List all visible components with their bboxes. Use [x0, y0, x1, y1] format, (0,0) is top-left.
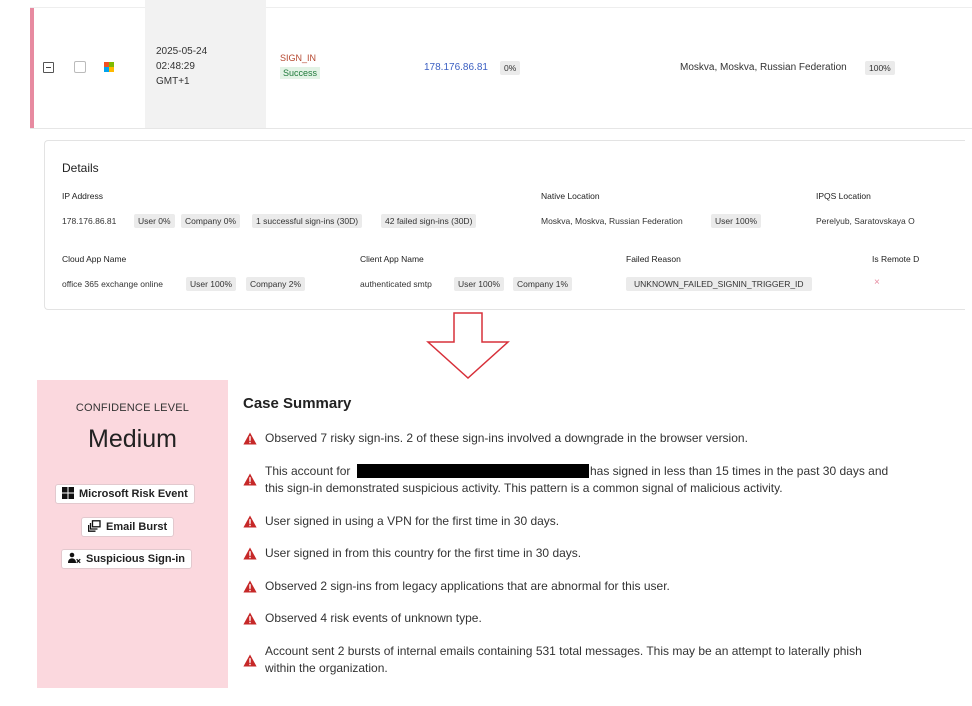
event-timezone: GMT+1: [156, 76, 190, 87]
row-selected-accent: [30, 8, 34, 128]
tag-label: Email Burst: [106, 521, 168, 533]
ip-address-label: IP Address: [62, 191, 103, 201]
event-time: 02:48:29: [156, 61, 195, 72]
confidence-label: CONFIDENCE LEVEL: [75, 402, 190, 414]
failed-reason-chip: UNKNOWN_FAILED_SIGNIN_TRIGGER_ID: [626, 277, 812, 291]
ip-user-chip: User 0%: [134, 214, 175, 228]
microsoft-logo-icon: [62, 486, 74, 502]
client-user-chip: User 100%: [454, 277, 505, 291]
warning-icon: [243, 547, 257, 560]
summary-item-line2: this sign-in demonstrated suspicious act…: [265, 481, 783, 495]
redacted-account: [357, 464, 589, 478]
warning-icon: [243, 654, 257, 667]
tag-suspicious-sign-in: Suspicious Sign-in: [61, 549, 193, 569]
summary-item: Observed 4 risk events of unknown type.: [265, 611, 482, 625]
warning-icon: [243, 515, 257, 528]
confidence-panel: CONFIDENCE LEVEL Medium Microsoft Risk E…: [37, 380, 228, 688]
ip-success-chip: 1 successful sign-ins (30D): [252, 214, 363, 228]
event-location: Moskva, Moskva, Russian Federation: [680, 62, 847, 73]
location-score-chip: 100%: [865, 61, 895, 75]
ip-failed-chip: 42 failed sign-ins (30D): [381, 214, 477, 228]
tag-email-burst: Email Burst: [81, 517, 175, 537]
microsoft-logo-icon: [104, 62, 114, 72]
details-title: Details: [62, 161, 99, 175]
summary-item-line2: within the organization.: [265, 661, 388, 675]
row-checkbox[interactable]: [74, 61, 86, 73]
warning-icon: [243, 612, 257, 625]
tag-label: Suspicious Sign-in: [86, 553, 186, 565]
client-company-chip: Company 1%: [513, 277, 573, 291]
is-remote-label: Is Remote D: [872, 254, 920, 264]
tag-microsoft-risk-event: Microsoft Risk Event: [55, 484, 195, 504]
cloud-app-label: Cloud App Name: [62, 254, 127, 264]
event-type: SIGN_IN: [280, 53, 317, 63]
summary-item-text-after: has signed in less than 15 times in the …: [590, 464, 889, 478]
failed-reason-label: Failed Reason: [626, 254, 681, 264]
summary-item: Account sent 2 bursts of internal emails…: [265, 644, 862, 658]
native-location-value: Moskva, Moskva, Russian Federation: [541, 216, 683, 226]
suspicious-user-icon: [68, 552, 81, 567]
case-summary-title: Case Summary: [243, 395, 352, 412]
client-app-value: authenticated smtp: [360, 279, 432, 289]
tag-label: Microsoft Risk Event: [79, 488, 188, 500]
cloud-company-chip: Company 2%: [246, 277, 306, 291]
summary-item: User signed in from this country for the…: [265, 546, 582, 560]
native-location-label: Native Location: [541, 191, 600, 201]
is-remote-false-icon: ×: [874, 277, 880, 288]
warning-icon: [243, 580, 257, 593]
client-app-label: Client App Name: [360, 254, 424, 264]
email-burst-icon: [87, 519, 101, 535]
ip-score-chip: 0%: [500, 61, 521, 75]
summary-item-text-before: This account for: [265, 464, 351, 478]
event-status-badge: Success: [280, 67, 321, 79]
summary-item: User signed in using a VPN for the first…: [265, 514, 560, 528]
summary-item: Observed 7 risky sign-ins. 2 of these si…: [265, 431, 748, 445]
ip-address-value: 178.176.86.81: [62, 216, 117, 226]
details-panel: Details IP Address 178.176.86.81 User 0%…: [44, 140, 965, 310]
cloud-app-value: office 365 exchange online: [62, 279, 163, 289]
event-ip-link[interactable]: 178.176.86.81: [424, 62, 488, 73]
ipqs-location-value: Perelyub, Saratovskaya O: [816, 216, 915, 226]
down-arrow-icon: [426, 312, 510, 380]
ip-company-chip: Company 0%: [181, 214, 241, 228]
collapse-icon[interactable]: [43, 62, 54, 73]
native-user-chip: User 100%: [711, 214, 762, 228]
cloud-user-chip: User 100%: [186, 277, 237, 291]
event-timestamp: 2025-05-24 02:48:29 GMT+1: [156, 44, 207, 89]
ms-logo-yellow: [109, 67, 114, 72]
warning-icon: [243, 473, 257, 486]
event-date: 2025-05-24: [156, 46, 208, 57]
ipqs-location-label: IPQS Location: [816, 191, 871, 201]
summary-item: Observed 2 sign-ins from legacy applicat…: [265, 579, 670, 593]
warning-icon: [243, 432, 257, 445]
confidence-value: Medium: [88, 425, 177, 453]
